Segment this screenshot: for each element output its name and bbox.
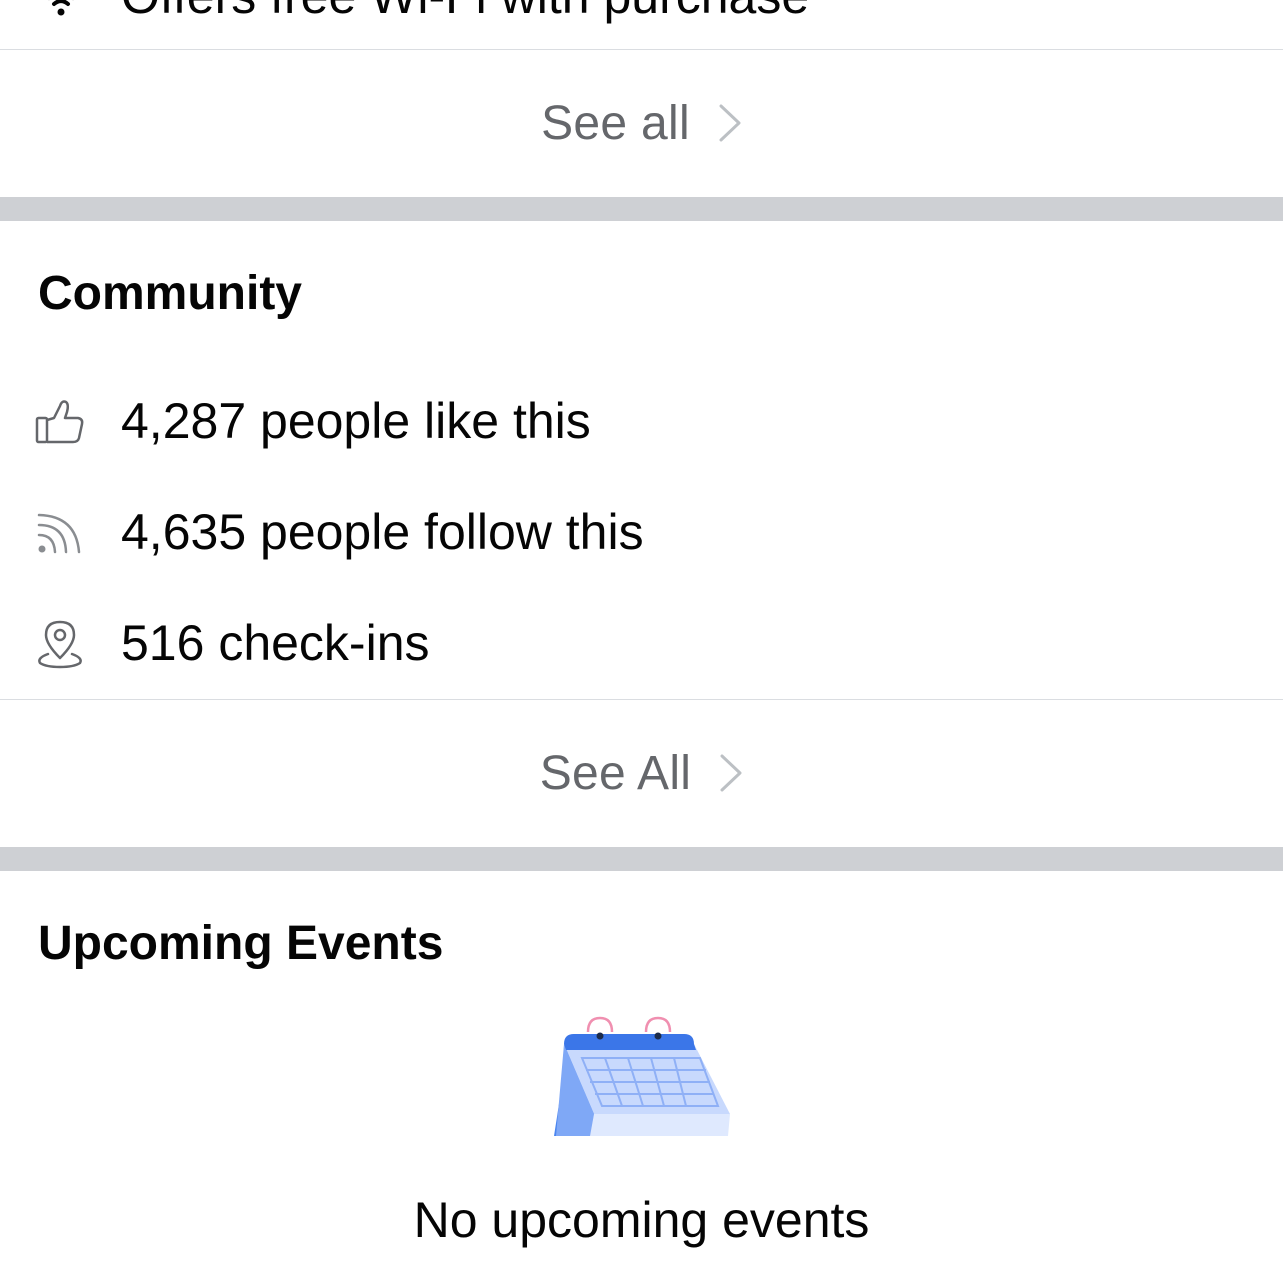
follows-row: 4,635 people follow this xyxy=(0,477,1283,587)
no-events-text: No upcoming events xyxy=(413,1192,870,1248)
thumbs-up-icon xyxy=(34,396,86,448)
wifi-icon xyxy=(44,0,78,20)
checkins-text: 516 check-ins xyxy=(121,615,430,671)
see-all-amenities-button[interactable]: See all xyxy=(0,50,1283,196)
section-separator xyxy=(0,197,1283,221)
likes-row: 4,287 people like this xyxy=(0,366,1283,476)
see-all-community-button[interactable]: See All xyxy=(0,700,1283,846)
rss-feed-icon xyxy=(34,507,86,559)
see-all-label: See All xyxy=(539,746,692,800)
likes-text: 4,287 people like this xyxy=(121,393,591,449)
location-pin-icon xyxy=(34,618,86,670)
checkins-row: 516 check-ins xyxy=(0,588,1283,698)
upcoming-events-section-title: Upcoming Events xyxy=(38,917,444,970)
community-section-title: Community xyxy=(38,267,302,320)
calendar-illustration xyxy=(550,1016,732,1138)
see-all-label: See all xyxy=(541,96,690,150)
wifi-info-row: Offers free Wi-Fi with purchase xyxy=(0,0,1283,49)
chevron-right-icon xyxy=(718,103,742,143)
section-separator xyxy=(0,847,1283,871)
page-info-screen: Offers free Wi-Fi with purchase See all … xyxy=(0,0,1283,1283)
wifi-info-text: Offers free Wi-Fi with purchase xyxy=(121,0,809,26)
follows-text: 4,635 people follow this xyxy=(121,504,644,560)
chevron-right-icon xyxy=(719,753,743,793)
